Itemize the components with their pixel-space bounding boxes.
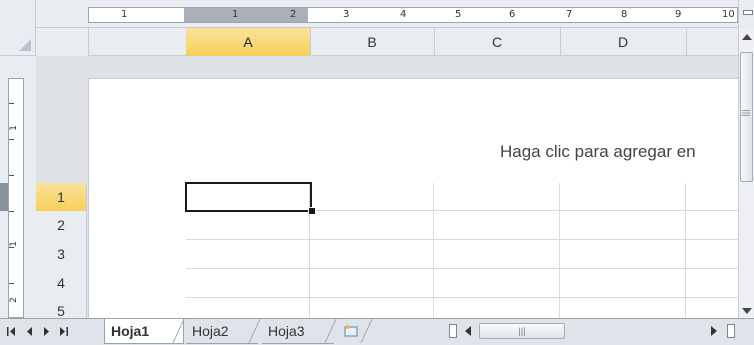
grid-cell[interactable]: [186, 240, 310, 269]
row-header-3[interactable]: 3: [36, 240, 87, 270]
column-header-c[interactable]: C: [434, 28, 561, 56]
sheet-tab-hoja3[interactable]: Hoja3: [262, 319, 334, 344]
scroll-left-icon[interactable]: [465, 326, 471, 336]
grid-cell[interactable]: [434, 240, 560, 269]
sheet-tab-hoja1[interactable]: Hoja1: [104, 319, 184, 344]
grid-cell[interactable]: [686, 211, 738, 240]
select-all-corner[interactable]: [0, 0, 36, 56]
grid-cell[interactable]: [686, 298, 738, 318]
ruler-number: 3: [343, 9, 350, 20]
horizontal-scrollbar[interactable]: |||: [447, 322, 737, 340]
horizontal-split-box[interactable]: [449, 324, 457, 338]
column-header-d[interactable]: D: [560, 28, 687, 56]
grid-cell[interactable]: [560, 183, 686, 211]
ruler-number: 2: [290, 9, 297, 20]
column-headers: A B C D: [36, 28, 754, 56]
grid-cell[interactable]: [686, 240, 738, 269]
next-sheet-icon[interactable]: [40, 326, 54, 337]
row-ruler-shade: [0, 183, 8, 211]
insert-sheet-icon[interactable]: [342, 323, 360, 338]
vertical-scroll-thumb[interactable]: |||: [740, 52, 753, 182]
grid-cell[interactable]: [686, 269, 738, 298]
vertical-scrollbar[interactable]: |||: [738, 28, 754, 318]
grid-cell[interactable]: [310, 269, 434, 298]
ruler-number: 1: [8, 125, 19, 131]
row-header-1[interactable]: 1: [36, 183, 87, 212]
row-header-4[interactable]: 4: [36, 269, 87, 299]
column-header-b[interactable]: B: [310, 28, 435, 56]
row-header-2[interactable]: 2: [36, 211, 87, 241]
row-header-5[interactable]: 5: [36, 298, 87, 319]
grid-cell[interactable]: [186, 269, 310, 298]
ruler-number: 6: [509, 9, 516, 20]
active-cell-a1[interactable]: [185, 182, 312, 212]
ruler-number: 10: [722, 9, 735, 20]
vertical-split-box[interactable]: [738, 0, 754, 28]
prev-sheet-icon[interactable]: [24, 326, 38, 337]
ruler-number: 1: [232, 9, 239, 20]
sheet-tab-hoja2[interactable]: Hoja2: [186, 319, 258, 344]
grid-cell[interactable]: [686, 183, 738, 211]
ruler-number: 1: [121, 9, 128, 20]
sheet-tab-label: Hoja3: [268, 323, 305, 339]
page-header-hint[interactable]: Haga clic para agregar en: [500, 142, 696, 162]
grid-cell[interactable]: [560, 211, 686, 240]
ruler-number: 8: [621, 9, 628, 20]
sheet-tab-bar: Hoja1 Hoja2 Hoja3 |||: [0, 318, 754, 345]
scroll-down-icon[interactable]: [742, 308, 752, 314]
ruler-number: 1: [8, 241, 19, 247]
scroll-right-icon[interactable]: [711, 326, 717, 336]
ruler-number: 5: [455, 9, 462, 20]
ruler-number: 7: [566, 9, 573, 20]
select-all-triangle-icon: [19, 39, 31, 51]
ruler-number: 4: [400, 9, 407, 20]
scroll-grip: |||: [741, 109, 752, 117]
grid-cell[interactable]: [560, 240, 686, 269]
vertical-ruler: 1 1 2: [8, 78, 24, 318]
grid-cell[interactable]: [310, 240, 434, 269]
sheet-tab-label: Hoja2: [192, 323, 229, 339]
last-sheet-icon[interactable]: [57, 326, 71, 337]
scroll-up-icon[interactable]: [742, 34, 752, 40]
grid-cell[interactable]: [310, 298, 434, 318]
ruler-number: 9: [675, 9, 682, 20]
column-header-spacer: [36, 28, 89, 56]
horizontal-ruler: 1 1 2 3 4 5 6 7 8 9 10: [88, 7, 738, 23]
grid-cell[interactable]: [434, 269, 560, 298]
grid-cell[interactable]: [434, 298, 560, 318]
grid-cell[interactable]: [186, 211, 310, 240]
grid-cell[interactable]: [310, 183, 434, 211]
fill-handle[interactable]: [308, 207, 316, 215]
first-sheet-icon[interactable]: [6, 326, 20, 337]
horizontal-split-box-right[interactable]: [727, 324, 735, 338]
sheet-tab-label: Hoja1: [111, 323, 150, 339]
scroll-grip: |||: [518, 326, 526, 336]
grid-cell[interactable]: [560, 298, 686, 318]
grid-cell[interactable]: [186, 298, 310, 318]
horizontal-scroll-thumb[interactable]: |||: [479, 323, 565, 339]
column-header-a[interactable]: A: [186, 28, 311, 56]
grid-cell[interactable]: [434, 183, 560, 211]
grid-cell[interactable]: [310, 211, 434, 240]
ruler-number: 2: [8, 297, 19, 303]
grid-cell[interactable]: [560, 269, 686, 298]
grid-cell[interactable]: [434, 211, 560, 240]
